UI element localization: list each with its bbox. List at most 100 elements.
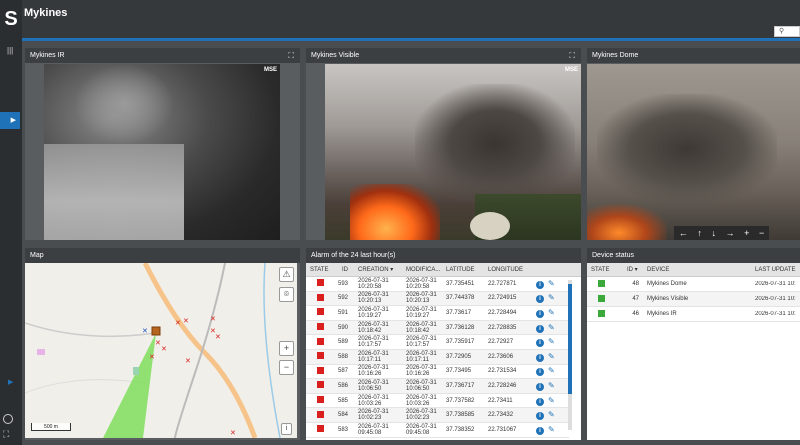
edit-icon[interactable]: ✎ — [548, 337, 555, 346]
cell-longitude: 22.731067 — [488, 426, 517, 433]
alert-icon[interactable]: ⚠ — [279, 267, 294, 282]
table-row[interactable]: 592 2026-07-31 10:20:13 2026-07-31 10:20:1… — [306, 291, 569, 307]
info-icon[interactable]: i — [536, 368, 544, 377]
cell-last-update: 2026-07-31 10: — [755, 311, 796, 317]
zoom-out-button[interactable]: − — [759, 228, 764, 238]
edit-icon[interactable]: ✎ — [548, 381, 555, 390]
map-canvas[interactable]: ✕ ✕ ✕ ✕ ✕ ✕ ✕ ✕ ✕ ✕ ✕ ⚠ ⌾ + − i 500 m — [25, 263, 297, 438]
chevron-right-icon: ▶ — [10, 117, 16, 124]
panel-header: Mykines Visible ⛶ — [306, 48, 581, 63]
cell-longitude: 22.73432 — [488, 412, 514, 419]
alarm-scrollbar[interactable] — [568, 280, 572, 430]
edit-icon[interactable]: ✎ — [548, 323, 555, 332]
table-row[interactable]: 590 2026-07-31 10:18:42 2026-07-31 10:18:4… — [306, 320, 569, 336]
cell-longitude: 22.73606 — [488, 353, 514, 360]
column-header-last-update[interactable]: LAST UPDATE — [751, 267, 800, 273]
ptz-controls: ← ↑ ↓ → + − — [674, 226, 769, 240]
table-row[interactable]: 591 2026-07-31 10:19:27 2026-07-31 10:19:2… — [306, 306, 569, 321]
table-row[interactable]: 586 2026-07-31 10:06:50 2026-07-31 10:06:5… — [306, 379, 569, 394]
info-icon[interactable]: i — [536, 280, 544, 289]
edit-icon[interactable]: ✎ — [548, 425, 555, 434]
info-icon[interactable]: i — [536, 309, 544, 318]
column-header-id[interactable]: ID — [338, 267, 354, 273]
zoom-in-button[interactable]: + — [744, 228, 749, 238]
camera-feed-dome[interactable]: ← ↑ ↓ → + − — [587, 64, 800, 240]
info-icon[interactable]: i — [536, 382, 544, 391]
info-icon[interactable]: i — [536, 339, 544, 348]
table-row[interactable]: 46 Mykines IR 2026-07-31 10: — [587, 307, 800, 322]
state-indicator — [317, 279, 324, 287]
edit-icon[interactable]: ✎ — [548, 396, 555, 405]
edit-icon[interactable]: ✎ — [548, 366, 555, 375]
svg-text:✕: ✕ — [210, 315, 216, 323]
edit-icon[interactable]: ✎ — [548, 293, 555, 302]
edit-icon[interactable]: ✎ — [548, 308, 555, 317]
fullscreen-icon[interactable]: ⛶ — [569, 48, 575, 63]
info-icon[interactable]: i — [536, 324, 544, 333]
cell-modified: 2026-07-31 10:16:26 — [406, 365, 437, 378]
column-header-longitude[interactable]: LONGITUDE — [484, 267, 534, 273]
cell-id: 47 — [632, 296, 639, 302]
table-row[interactable]: 47 Mykines Visible 2026-07-31 10: — [587, 292, 800, 307]
camera-feed-ir[interactable]: MSE — [44, 64, 280, 240]
state-indicator — [317, 410, 324, 418]
table-row[interactable]: 589 2026-07-31 10:17:57 2026-07-31 10:17:5… — [306, 335, 569, 350]
svg-text:✕: ✕ — [161, 345, 167, 353]
scrollbar-thumb[interactable] — [568, 284, 572, 394]
info-icon[interactable]: i — [536, 295, 544, 304]
edit-icon[interactable]: ✎ — [548, 352, 555, 361]
column-header-state[interactable]: STATE — [306, 267, 338, 273]
column-header-id[interactable]: ID ▾ — [623, 266, 643, 273]
table-row[interactable]: 585 2026-07-31 10:03:26 2026-07-31 10:03:2… — [306, 393, 569, 409]
svg-text:✕: ✕ — [215, 333, 221, 341]
cell-creation: 2026-07-31 10:20:58 — [358, 277, 389, 290]
table-row[interactable]: 593 2026-07-31 10:20:58 2026-07-31 10:20:5… — [306, 277, 569, 292]
tilt-down-button[interactable]: ↓ — [711, 228, 716, 238]
tilt-up-button[interactable]: ↑ — [697, 228, 702, 238]
cell-modified: 2026-07-31 10:19:27 — [406, 306, 437, 319]
column-header-latitude[interactable]: LATITUDE — [442, 267, 484, 273]
zoom-out-button[interactable]: − — [279, 360, 294, 375]
table-row[interactable]: 48 Mykines Dome 2026-07-31 10: — [587, 277, 800, 292]
search-input[interactable]: ⚲ — [774, 26, 800, 37]
table-row[interactable]: 588 2026-07-31 10:17:11 2026-07-31 10:17:1… — [306, 349, 569, 365]
info-icon[interactable]: i — [536, 397, 544, 406]
table-row[interactable]: 584 2026-07-31 10:02:23 2026-07-31 10:02:2… — [306, 408, 569, 423]
pan-right-button[interactable]: → — [726, 228, 735, 238]
edit-icon[interactable]: ✎ — [548, 410, 555, 419]
edit-icon[interactable]: ✎ — [548, 279, 555, 288]
camera-snapshot-icon[interactable]: ⌾ — [279, 287, 294, 302]
cell-longitude: 22.728835 — [488, 324, 517, 331]
cell-creation: 2026-07-31 10:20:13 — [358, 292, 389, 305]
column-header-modified[interactable]: MODIFICA... — [402, 267, 442, 273]
state-indicator — [317, 381, 324, 389]
cell-creation: 2026-07-31 09:45:08 — [358, 423, 389, 436]
left-sidebar: S ||| ▶ ▶ ⛶ — [0, 0, 22, 445]
camera-feed-visible[interactable]: MSE — [325, 64, 581, 240]
power-icon[interactable] — [3, 414, 13, 424]
info-icon[interactable]: i — [536, 353, 544, 362]
sidebar-expand-arrow-icon[interactable]: ▶ — [8, 378, 13, 386]
cell-creation: 2026-07-31 10:17:11 — [358, 350, 389, 363]
info-icon[interactable]: i — [281, 423, 292, 435]
info-icon[interactable]: i — [536, 426, 544, 435]
table-row[interactable]: 587 2026-07-31 10:16:26 2026-07-31 10:16:2… — [306, 364, 569, 380]
table-row[interactable]: 583 2026-07-31 09:45:08 2026-07-31 09:45:0… — [306, 422, 569, 438]
sidebar-active-item[interactable]: ▶ — [0, 112, 20, 129]
column-header-state[interactable]: STATE — [587, 267, 623, 273]
cell-last-update: 2026-07-31 10: — [755, 281, 796, 287]
fullscreen-icon[interactable]: ⛶ — [288, 48, 294, 63]
column-header-device[interactable]: DEVICE — [643, 267, 751, 273]
cell-id: 583 — [338, 426, 349, 433]
cell-modified: 2026-07-31 10:17:11 — [406, 350, 437, 363]
camera-location-marker — [151, 326, 161, 336]
cell-longitude: 22.72927 — [488, 339, 514, 346]
column-header-creation[interactable]: CREATION ▾ — [354, 266, 402, 273]
svg-text:✕: ✕ — [230, 429, 236, 437]
pan-left-button[interactable]: ← — [679, 228, 688, 238]
state-indicator — [317, 337, 324, 345]
info-icon[interactable]: i — [536, 412, 544, 421]
menu-grip-icon[interactable]: ||| — [7, 46, 13, 55]
zoom-in-button[interactable]: + — [279, 341, 294, 356]
fullscreen-icon[interactable]: ⛶ — [3, 429, 9, 440]
